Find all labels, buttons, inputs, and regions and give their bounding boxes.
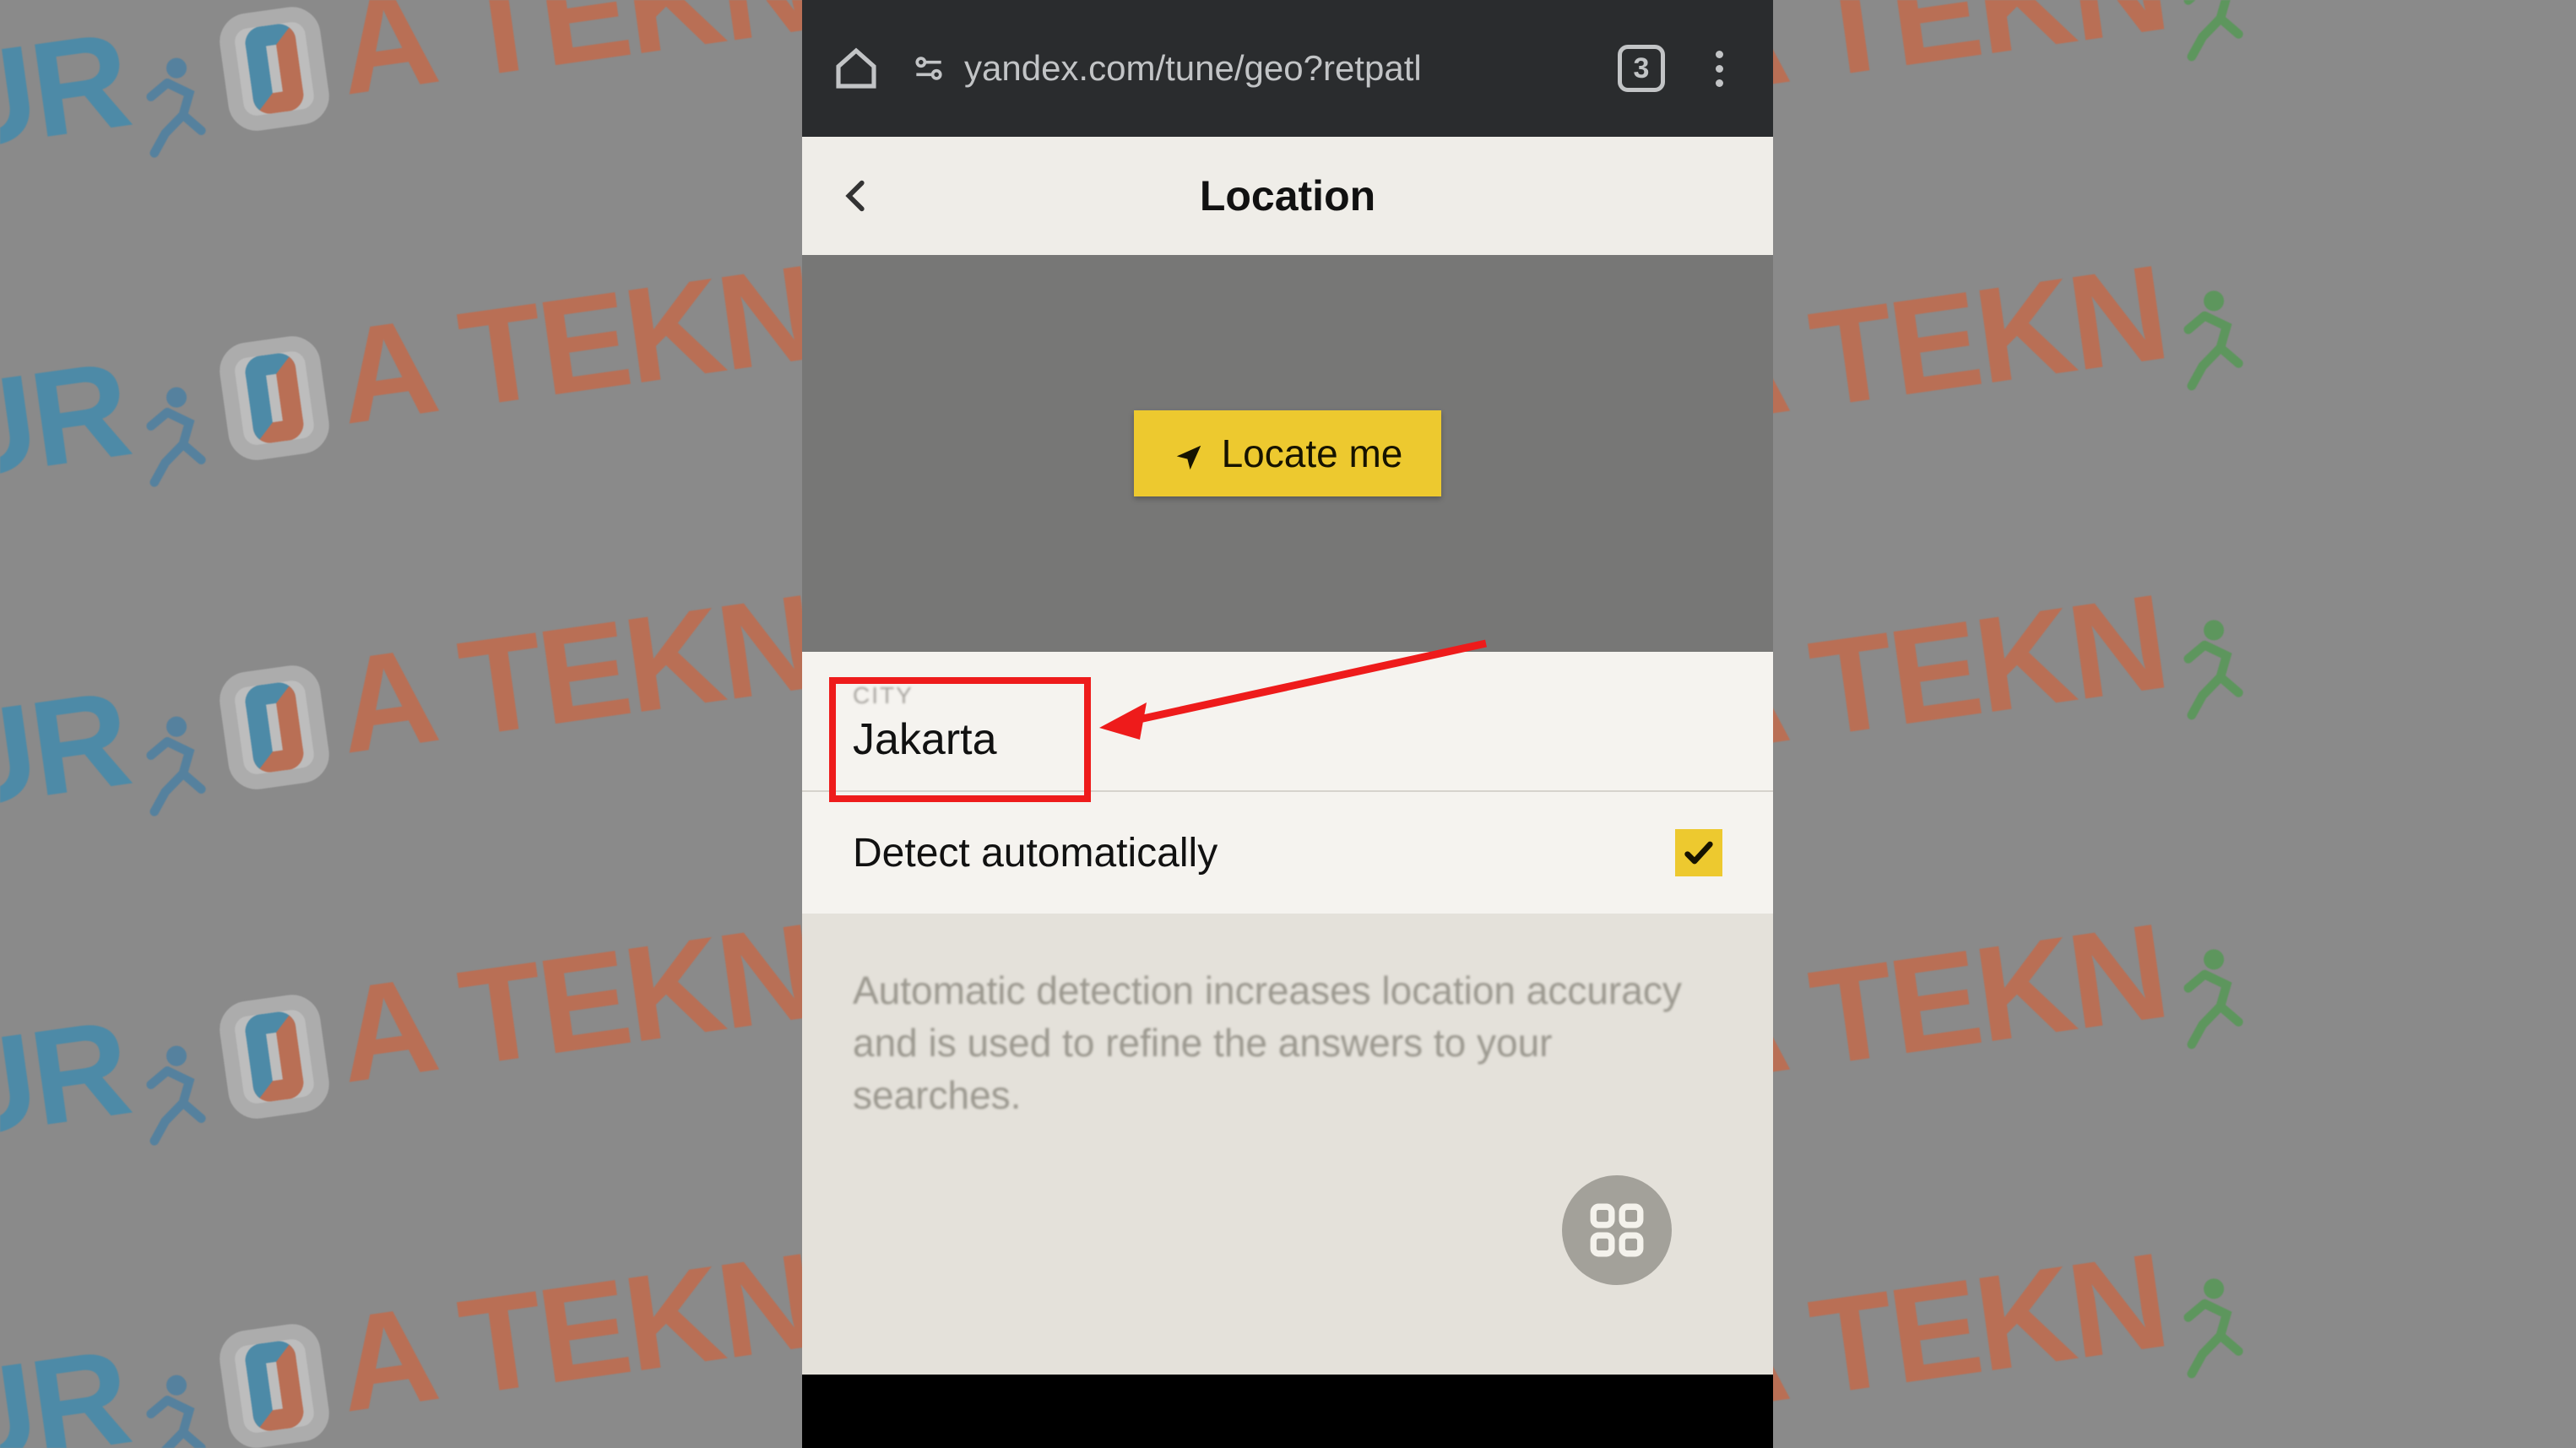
navigation-arrow-icon: [1173, 437, 1205, 469]
location-form: CITY Jakarta Detect automatically: [802, 652, 1773, 1375]
back-icon[interactable]: [838, 176, 876, 215]
overflow-menu-icon[interactable]: [1695, 45, 1743, 92]
page-header: Location: [802, 137, 1773, 255]
city-field-label: CITY: [853, 682, 1722, 709]
info-text: Automatic detection increases location a…: [853, 964, 1722, 1121]
locate-me-label: Locate me: [1222, 431, 1403, 476]
city-field[interactable]: CITY Jakarta: [802, 652, 1773, 792]
detect-automatically-row[interactable]: Detect automatically: [802, 792, 1773, 914]
browser-toolbar: yandex.com/tune/geo?retpatl 3: [802, 0, 1773, 137]
city-field-value: Jakarta: [853, 714, 1722, 765]
site-settings-icon: [910, 50, 947, 87]
info-section: Automatic detection increases location a…: [802, 914, 1773, 1375]
detect-automatically-label: Detect automatically: [853, 830, 1217, 876]
address-bar[interactable]: yandex.com/tune/geo?retpatl: [910, 48, 1587, 89]
map-placeholder: Locate me: [802, 255, 1773, 652]
apps-grid-fab[interactable]: [1562, 1175, 1672, 1285]
phone-frame: yandex.com/tune/geo?retpatl 3 Location: [802, 0, 1773, 1448]
locate-me-button[interactable]: Locate me: [1134, 410, 1442, 496]
home-icon[interactable]: [832, 45, 880, 92]
page-title: Location: [802, 171, 1773, 220]
tab-switcher[interactable]: 3: [1618, 45, 1665, 92]
tab-count-value: 3: [1634, 52, 1650, 85]
url-text: yandex.com/tune/geo?retpatl: [964, 48, 1422, 89]
detect-automatically-checkbox[interactable]: [1675, 829, 1722, 876]
